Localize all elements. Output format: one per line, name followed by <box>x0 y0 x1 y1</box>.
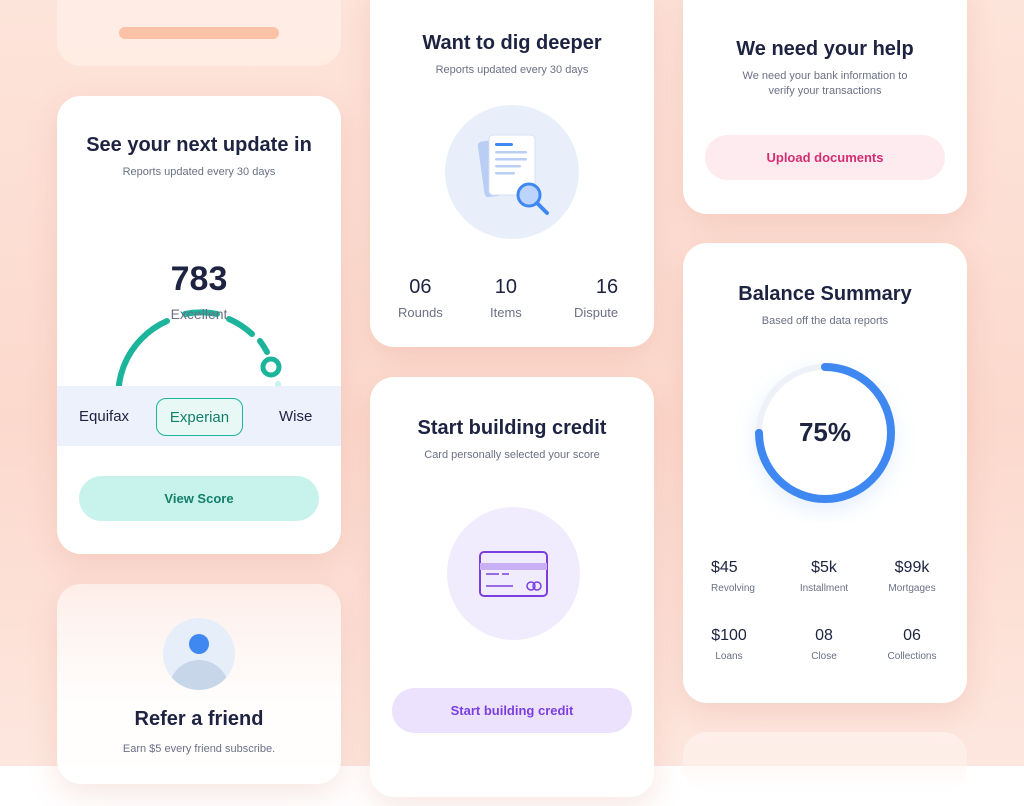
stat-rounds: 06 Rounds <box>398 276 443 320</box>
upload-documents-button[interactable]: Upload documents <box>705 135 945 180</box>
balance-subtitle: Based off the data reports <box>761 315 889 327</box>
stat-dispute: 16 Dispute <box>574 276 618 320</box>
balance-mortgages-label: Mortgages <box>888 583 936 594</box>
build-credit-card: Start building credit Card personally se… <box>370 377 654 797</box>
referral-title: Refer a friend <box>134 708 264 730</box>
build-credit-title: Start building credit <box>417 417 607 439</box>
credit-score-rating: Excellent <box>170 306 228 322</box>
bureau-tab-equifax[interactable]: Equifax <box>79 408 129 425</box>
stat-items: 10 Items <box>490 276 522 320</box>
dig-deeper-title: Want to dig deeper <box>422 32 602 54</box>
stat-rounds-value: 06 <box>409 276 432 298</box>
start-building-credit-button[interactable]: Start building credit <box>392 688 632 733</box>
avatar <box>163 618 235 690</box>
view-score-button[interactable]: View Score <box>79 476 319 521</box>
dig-deeper-card: Want to dig deeper Reports updated every… <box>370 0 654 347</box>
bureau-tab-experian[interactable]: Experian <box>156 398 243 436</box>
stat-dispute-value: 16 <box>595 276 619 298</box>
balance-loans-value: $100 <box>711 627 747 644</box>
credit-score-value: 783 <box>170 260 228 298</box>
bureau-selector: Equifax Experian Wise <box>57 386 341 446</box>
balance-close-value: 08 <box>815 627 833 644</box>
balance-revolving: $45 Revolving <box>688 559 778 594</box>
help-title: We need your help <box>736 38 914 60</box>
score-card-title: See your next update in <box>86 134 312 156</box>
balance-mortgages-value: $99k <box>894 559 930 576</box>
balance-mortgages: $99k Mortgages <box>867 559 957 594</box>
balance-installment: $5k Installment <box>779 559 869 594</box>
referral-subtitle: Earn $5 every friend subscribe. <box>122 743 276 755</box>
stat-items-label: Items <box>490 305 522 320</box>
balance-close-label: Close <box>811 651 837 662</box>
balance-installment-label: Installment <box>799 583 849 594</box>
balance-collections: 06 Collections <box>867 627 957 662</box>
help-subtitle: We need your bank information to verify … <box>742 70 908 97</box>
referral-card: Refer a friend Earn $5 every friend subs… <box>57 584 341 784</box>
help-card: We need your help We need your bank info… <box>683 0 967 214</box>
gauge-arc-4 <box>257 338 270 355</box>
balance-close: 08 Close <box>779 627 869 662</box>
avatar-body-icon <box>169 660 229 690</box>
score-card-subtitle: Reports updated every 30 days <box>122 166 276 178</box>
balance-collections-value: 06 <box>903 627 921 644</box>
faded-card-bottom-right <box>683 732 967 792</box>
build-credit-subtitle: Card personally selected your score <box>424 449 600 461</box>
bureau-tab-wise[interactable]: Wise <box>279 408 312 425</box>
report-illustration <box>445 105 579 239</box>
balance-title: Balance Summary <box>738 283 912 305</box>
balance-loans: $100 Loans <box>684 627 774 662</box>
balance-loans-label: Loans <box>715 651 743 662</box>
document-search-icon <box>477 134 549 215</box>
stat-rounds-label: Rounds <box>398 305 443 320</box>
credit-card-icon <box>479 551 548 597</box>
loading-bar <box>119 27 279 39</box>
stat-dispute-label: Dispute <box>574 305 619 320</box>
balance-summary-card: Balance Summary Based off the data repor… <box>683 243 967 703</box>
avatar-head-icon <box>189 634 209 654</box>
gauge-marker <box>260 356 282 378</box>
balance-revolving-value: $45 <box>711 559 738 576</box>
score-card: See your next update in Reports updated … <box>57 96 341 554</box>
faded-card-top-left <box>57 0 341 66</box>
dig-deeper-subtitle: Reports updated every 30 days <box>435 64 589 76</box>
balance-percent: 75% <box>798 417 852 447</box>
balance-revolving-label: Revolving <box>711 583 755 594</box>
balance-installment-value: $5k <box>811 559 837 576</box>
credit-card-illustration <box>447 507 580 640</box>
stat-items-value: 10 <box>494 276 518 298</box>
balance-collections-label: Collections <box>887 651 937 662</box>
